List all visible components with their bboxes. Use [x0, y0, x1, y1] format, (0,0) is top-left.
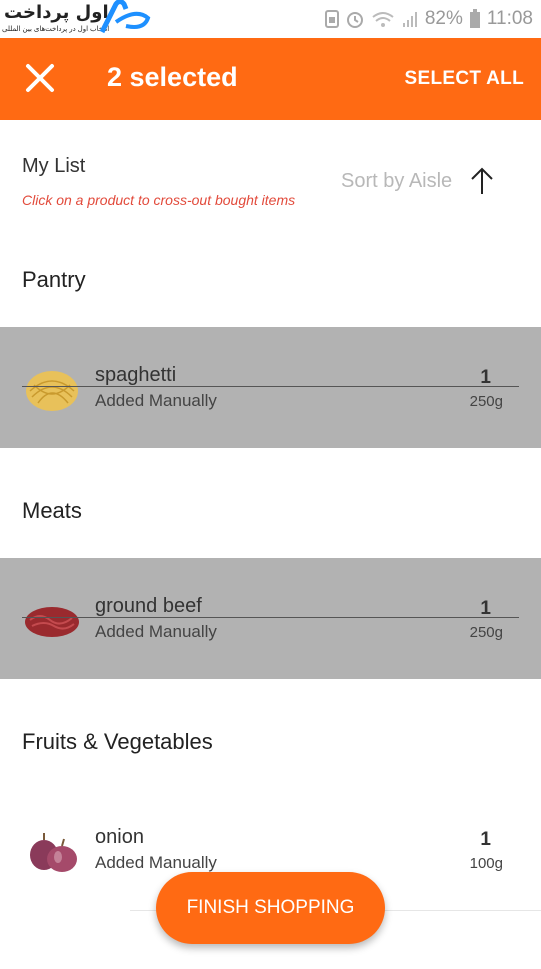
- sort-button[interactable]: Sort by Aisle: [341, 170, 452, 193]
- item-qty: 1: [480, 829, 491, 850]
- battery-percent: 82%: [424, 8, 463, 29]
- strike-line: [22, 617, 519, 618]
- strike-line: [22, 386, 519, 387]
- finish-shopping-button[interactable]: FINISH SHOPPING: [156, 872, 385, 944]
- close-icon[interactable]: [22, 60, 58, 96]
- item-source: Added Manually: [95, 622, 217, 641]
- section-title: Meats: [22, 498, 82, 523]
- item-name: ground beef: [95, 595, 202, 617]
- item-source: Added Manually: [95, 391, 217, 410]
- status-bar: اول پرداخت انتخاب اول در پرداخت‌های بین …: [0, 0, 541, 38]
- item-name: spaghetti: [95, 364, 177, 386]
- selected-count: 2 selected: [107, 62, 238, 92]
- item-size: 250g: [469, 393, 503, 410]
- logo-mark-icon: [99, 0, 151, 34]
- status-icons: 82% 11:08: [324, 6, 533, 32]
- logo-text: اول پرداخت: [4, 2, 109, 23]
- section-title: Fruits & Vegetables: [22, 729, 213, 754]
- item-name: onion: [95, 826, 144, 848]
- select-all-button[interactable]: SELECT ALL: [405, 68, 524, 90]
- item-size: 250g: [469, 624, 503, 641]
- onion-image: [30, 833, 77, 872]
- selection-toolbar: 2 selected SELECT ALL: [0, 38, 541, 120]
- item-size: 100g: [469, 855, 503, 872]
- ground-beef-image: [25, 607, 79, 637]
- list-item[interactable]: spaghetti Added Manually 1 250g: [0, 327, 541, 448]
- list-title: My List: [22, 155, 86, 177]
- hint-text: Click on a product to cross-out bought i…: [22, 192, 296, 208]
- sort-up-arrow-icon[interactable]: [469, 166, 495, 196]
- list-item[interactable]: ground beef Added Manually 1 250g: [0, 558, 541, 679]
- item-source: Added Manually: [95, 853, 217, 872]
- alarm-icon: [346, 12, 363, 28]
- battery-icon: [469, 9, 480, 28]
- logo: اول پرداخت انتخاب اول در پرداخت‌های بین …: [0, 0, 160, 38]
- sim-icon: [324, 10, 339, 28]
- signal-icon: [402, 12, 417, 27]
- clock: 11:08: [486, 8, 533, 29]
- logo-subtitle: انتخاب اول در پرداخت‌های بین المللی: [2, 26, 110, 33]
- spaghetti-image: [26, 371, 78, 411]
- wifi-icon: [372, 12, 394, 27]
- section-title: Pantry: [22, 267, 86, 292]
